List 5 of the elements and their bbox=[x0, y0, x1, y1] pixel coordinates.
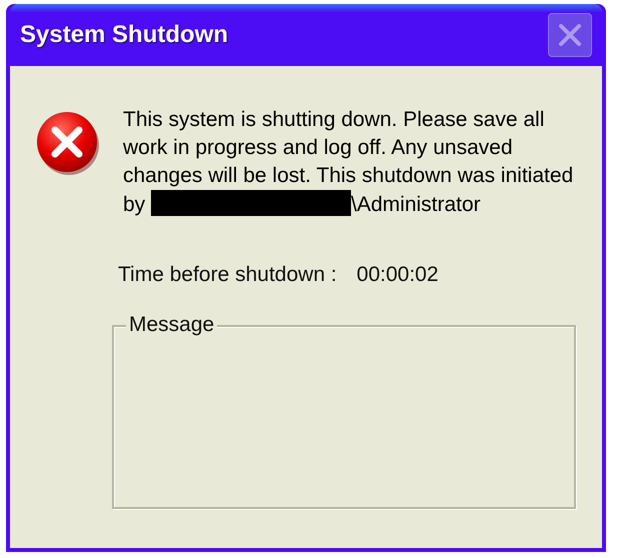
shutdown-message: This system is shutting down. Please save all work in progress and log off. Any unsaved changes will be lost. This shutdown was initiated by \Administrator bbox=[123, 107, 574, 218]
error-icon bbox=[35, 110, 101, 176]
countdown-value: 00:00:02 bbox=[356, 263, 438, 287]
window-title: System Shutdown bbox=[20, 21, 228, 49]
countdown-label: Time before shutdown : bbox=[118, 263, 337, 287]
